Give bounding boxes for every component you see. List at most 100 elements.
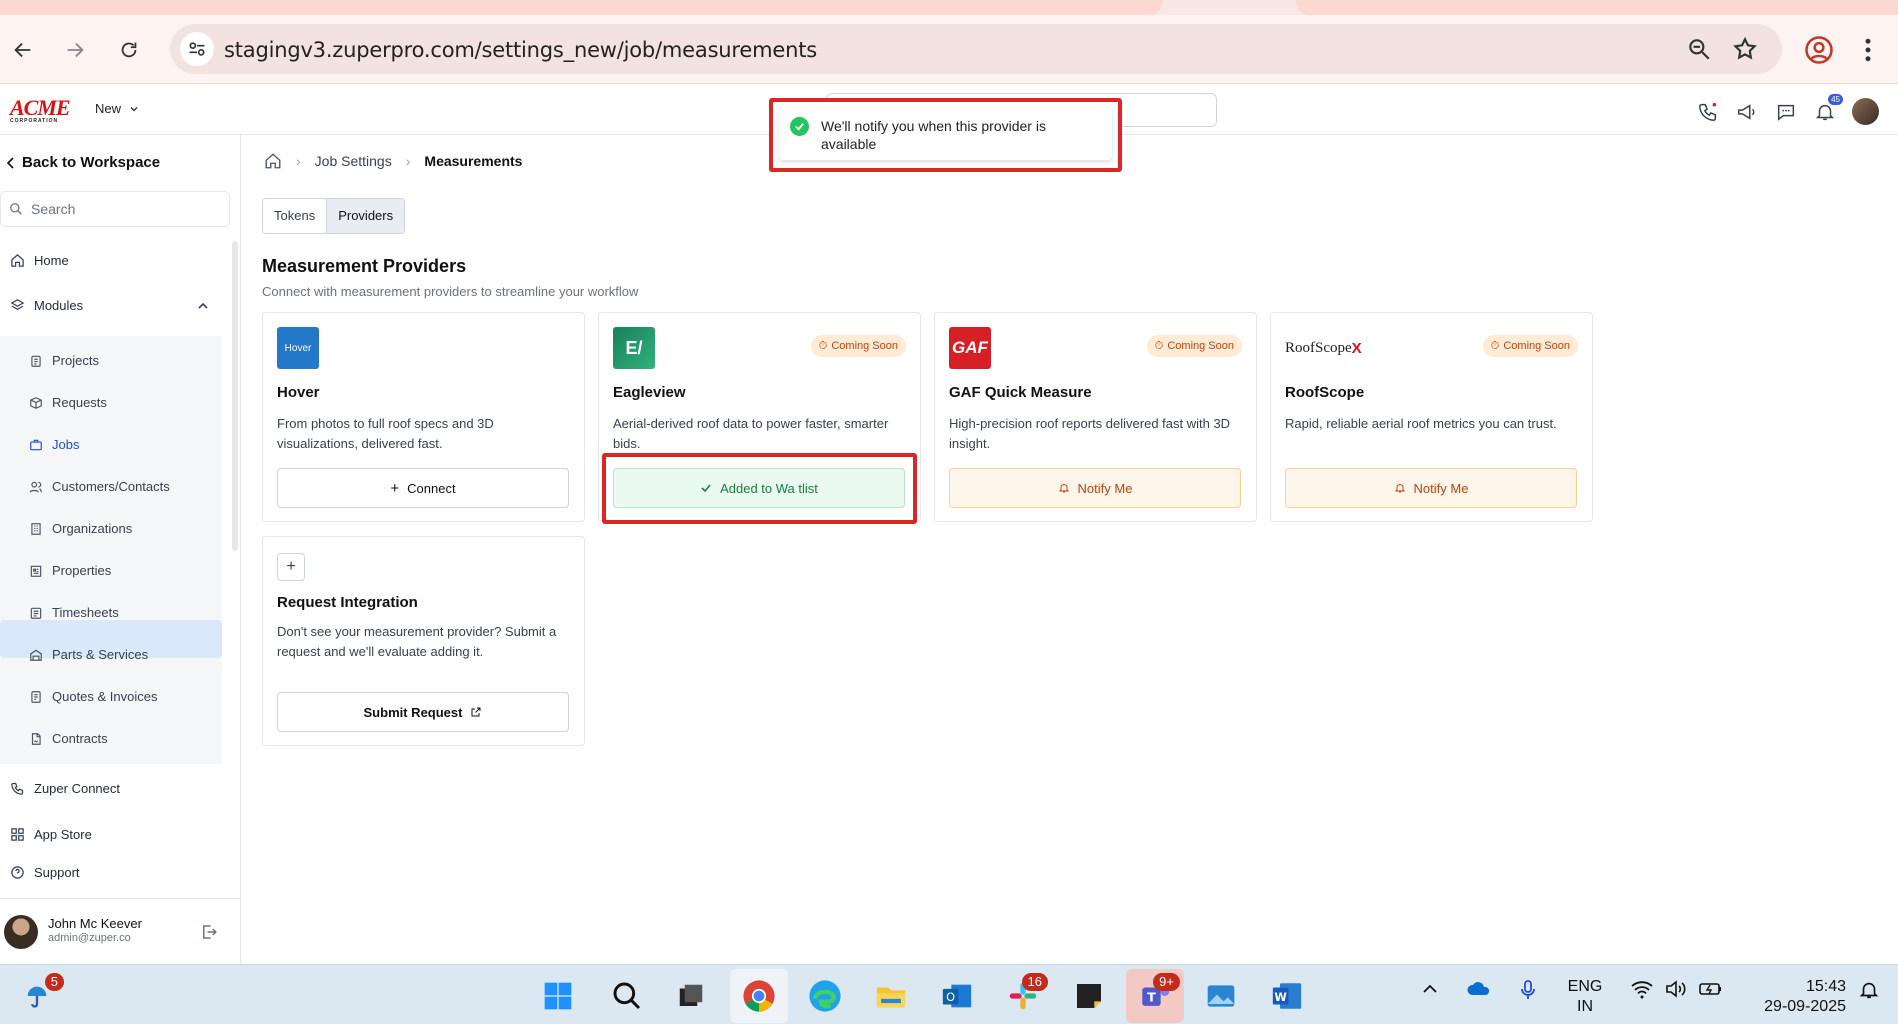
briefcase-icon xyxy=(30,439,42,450)
clipboard-icon xyxy=(31,355,41,367)
browser-toolbar: stagingv3.zuperpro.com/settings_new/job/… xyxy=(0,15,1898,84)
sidebar-item-requests[interactable]: Requests xyxy=(29,395,107,410)
page-title: Measurement Providers xyxy=(262,256,467,276)
chrome-icon[interactable] xyxy=(742,979,776,1013)
sidebar-item-parts-services[interactable]: Parts & Services xyxy=(29,647,148,662)
sidebar-item-quotes-invoices[interactable]: Quotes & Invoices xyxy=(29,689,158,704)
tab-tokens[interactable]: Tokens xyxy=(263,199,327,233)
grid-icon xyxy=(11,828,24,841)
sidebar-item-contracts[interactable]: Contracts xyxy=(29,731,108,746)
sidebar-item-properties[interactable]: Properties xyxy=(29,563,111,578)
edge-icon[interactable] xyxy=(808,979,842,1013)
task-view-icon[interactable] xyxy=(674,979,708,1013)
company-logo[interactable]: ACME CORPORATION xyxy=(10,97,74,125)
user-name: John Mc Keever xyxy=(48,916,142,931)
chat-icon[interactable] xyxy=(1774,100,1797,123)
browser-tab[interactable] xyxy=(1296,0,1898,15)
timesheet-icon xyxy=(30,607,42,619)
weather-icon[interactable]: 5 xyxy=(20,973,64,1013)
connect-button[interactable]: + Connect xyxy=(277,468,569,508)
address-bar[interactable]: stagingv3.zuperpro.com/settings_new/job/… xyxy=(170,24,1782,74)
provider-card-gaf: GAF ⏱ Coming Soon GAF Quick Measure High… xyxy=(934,312,1257,522)
notification-center-icon[interactable] xyxy=(1858,979,1880,1006)
sticky-notes-icon[interactable] xyxy=(1072,979,1106,1013)
provider-name: Eagleview xyxy=(613,384,686,401)
contract-icon xyxy=(31,732,41,745)
notify-me-button[interactable]: Notify Me xyxy=(1285,468,1577,508)
sidebar-item-projects[interactable]: Projects xyxy=(29,353,99,368)
outlook-icon[interactable]: O xyxy=(940,979,974,1013)
request-description: Don't see your measurement provider? Sub… xyxy=(277,624,557,659)
bookmark-star-icon[interactable] xyxy=(1732,36,1758,65)
breadcrumb-job-settings[interactable]: Job Settings xyxy=(315,153,392,169)
tab-providers[interactable]: Providers xyxy=(326,199,405,233)
logout-icon[interactable] xyxy=(200,923,218,944)
onedrive-icon[interactable] xyxy=(1466,979,1492,1004)
highlight-annotation xyxy=(602,453,917,524)
forward-arrow-icon[interactable] xyxy=(58,33,92,67)
sidebar-search-input[interactable]: Search xyxy=(0,191,230,227)
chevron-right-icon: › xyxy=(405,153,411,169)
user-avatar[interactable] xyxy=(1852,98,1879,125)
reload-icon[interactable] xyxy=(112,33,146,67)
windows-start-icon[interactable] xyxy=(541,979,575,1013)
browser-menu-icon[interactable] xyxy=(1862,35,1874,68)
back-to-workspace-link[interactable]: Back to Workspace xyxy=(6,154,160,171)
layers-icon xyxy=(10,299,25,310)
teams-icon[interactable]: T 9+ xyxy=(1138,973,1180,1013)
chevron-left-icon xyxy=(6,156,14,169)
sidebar-item-app-store[interactable]: App Store xyxy=(10,827,92,842)
sidebar-item-organizations[interactable]: Organizations xyxy=(29,521,132,536)
external-link-icon xyxy=(471,707,481,717)
new-dropdown-button[interactable]: New xyxy=(95,101,139,116)
request-integration-card: + Request Integration Don't see your mea… xyxy=(262,536,585,746)
phone-icon[interactable] xyxy=(1696,100,1719,123)
request-title: Request Integration xyxy=(277,594,418,611)
chevron-right-icon: › xyxy=(296,153,301,169)
provider-description: From photos to full roof specs and 3D vi… xyxy=(277,416,494,451)
roofscope-logo: RoofScope X xyxy=(1285,339,1362,357)
breadcrumb-current: Measurements xyxy=(424,153,523,169)
sidebar-item-timesheets[interactable]: Timesheets xyxy=(29,605,119,620)
browser-tab[interactable] xyxy=(0,0,1163,15)
home-icon xyxy=(11,254,24,267)
photos-icon[interactable] xyxy=(1204,979,1238,1013)
search-icon[interactable] xyxy=(610,979,644,1013)
provider-description: Rapid, reliable aerial roof metrics you … xyxy=(1285,416,1557,431)
notification-count-badge: 45 xyxy=(1828,94,1843,105)
file-explorer-icon[interactable] xyxy=(874,979,908,1013)
language-indicator[interactable]: ENG IN xyxy=(1565,977,1605,1017)
microphone-icon[interactable] xyxy=(1518,979,1538,1006)
word-icon[interactable]: W xyxy=(1270,979,1304,1013)
megaphone-icon[interactable] xyxy=(1735,100,1758,123)
back-arrow-icon[interactable] xyxy=(6,33,40,67)
chevron-up-icon[interactable] xyxy=(1420,979,1440,1004)
phone-icon xyxy=(11,782,24,795)
chevron-down-icon xyxy=(130,106,138,111)
profile-icon[interactable] xyxy=(1804,35,1834,68)
avatar[interactable] xyxy=(4,915,38,949)
notification-bell-icon[interactable]: 45 xyxy=(1813,94,1843,123)
sidebar-scrollbar[interactable] xyxy=(232,241,238,551)
slack-icon[interactable]: 16 xyxy=(1006,973,1048,1013)
volume-icon[interactable] xyxy=(1664,979,1688,1004)
zoom-icon[interactable] xyxy=(1686,36,1712,65)
plus-icon[interactable]: + xyxy=(277,553,305,581)
url-text[interactable]: stagingv3.zuperpro.com/settings_new/job/… xyxy=(224,38,817,62)
gaf-logo: GAF xyxy=(949,327,991,369)
sidebar-item-support[interactable]: Support xyxy=(10,865,80,880)
wifi-icon[interactable] xyxy=(1630,979,1654,1004)
sidebar-item-customers[interactable]: Customers/Contacts xyxy=(29,479,170,494)
home-icon[interactable] xyxy=(264,152,282,170)
sidebar-item-jobs[interactable]: Jobs xyxy=(29,437,79,452)
notify-me-button[interactable]: Notify Me xyxy=(949,468,1241,508)
sidebar-item-modules[interactable]: Modules xyxy=(10,298,210,313)
submit-request-button[interactable]: Submit Request xyxy=(277,692,569,732)
sidebar-item-home[interactable]: Home xyxy=(10,253,69,268)
battery-icon[interactable] xyxy=(1698,979,1724,1004)
clock[interactable]: 15:43 29-09-2025 xyxy=(1746,977,1846,1017)
weather-badge: 5 xyxy=(44,973,64,991)
bell-icon xyxy=(1058,484,1069,493)
sidebar-item-zuper-connect[interactable]: Zuper Connect xyxy=(10,781,120,796)
site-settings-icon[interactable] xyxy=(180,32,214,66)
